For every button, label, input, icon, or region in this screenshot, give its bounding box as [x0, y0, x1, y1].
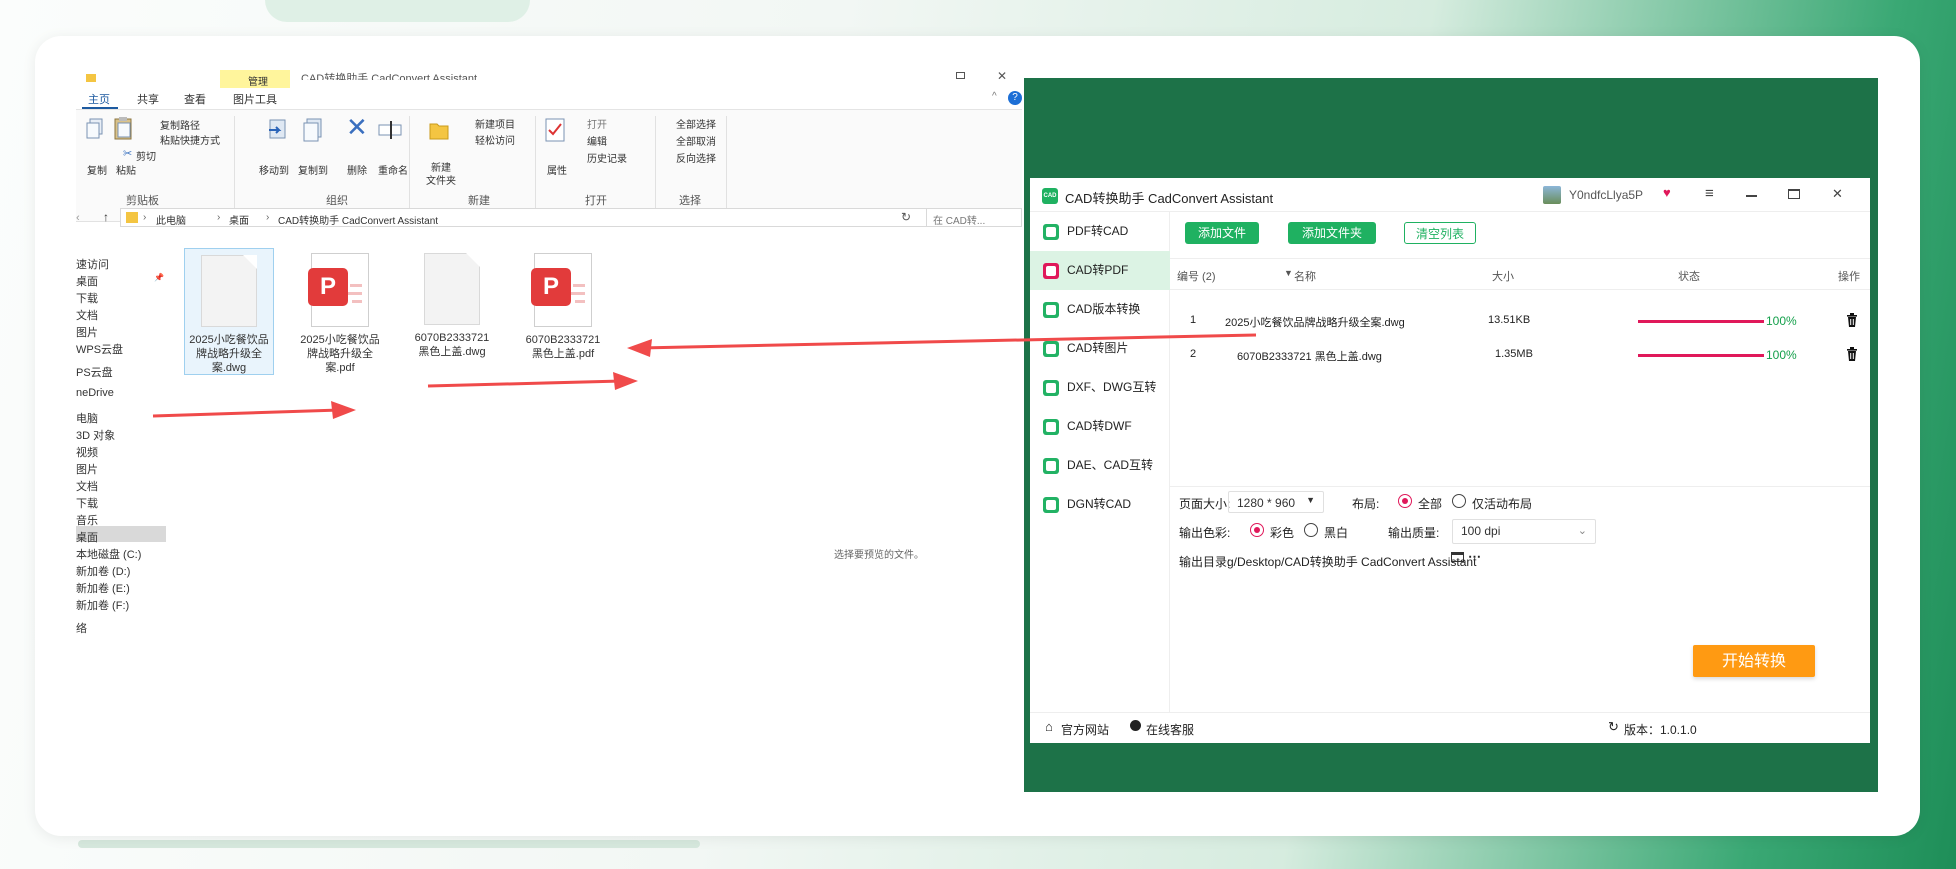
arrow-to-pdf-2: [427, 372, 638, 390]
arrow-to-pdf-1: [152, 401, 356, 419]
arrow-to-app: [627, 333, 1257, 357]
annotation-arrows: [152, 333, 1257, 419]
